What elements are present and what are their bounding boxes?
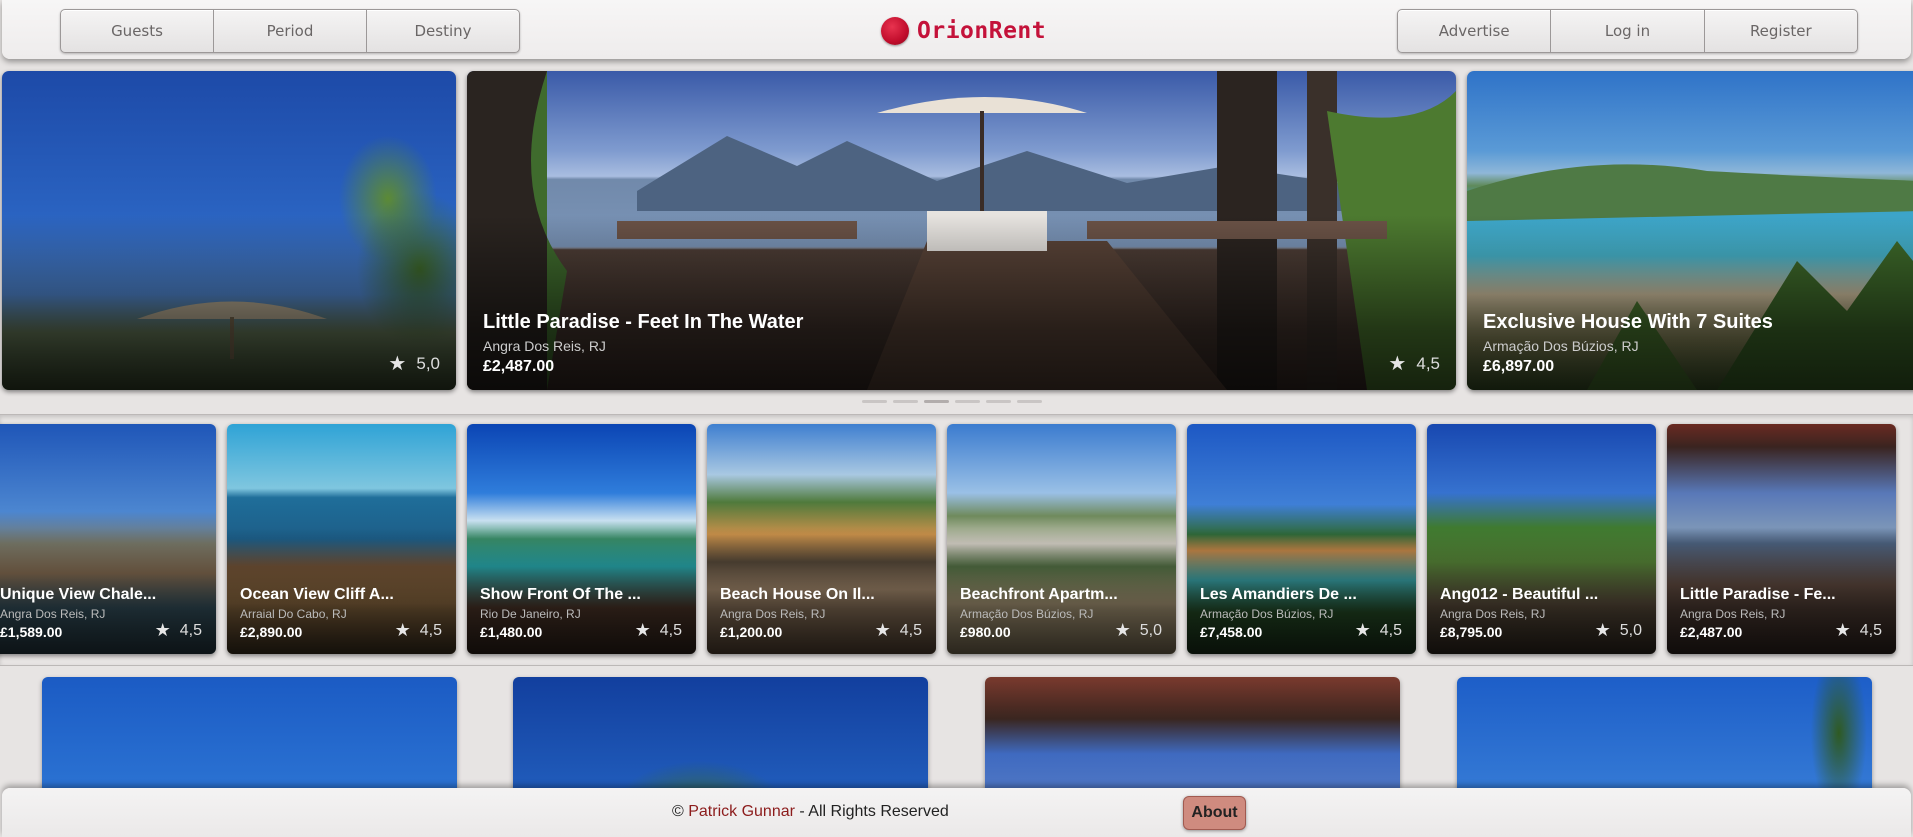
star-icon: ★ xyxy=(154,620,171,640)
rating-value: 5,0 xyxy=(1619,621,1642,639)
listing-price: £6,897.00 xyxy=(1483,358,1555,375)
listing-location: Angra Dos Reis, RJ xyxy=(1440,607,1546,621)
carousel-dot[interactable] xyxy=(1017,400,1042,403)
orion-logo-icon xyxy=(881,17,909,45)
about-button[interactable]: About xyxy=(1183,796,1246,830)
rating-value: 5,0 xyxy=(1139,621,1162,639)
rating-value: 5,0 xyxy=(416,353,440,373)
copyright-text: © Patrick Gunnar - All Rights Reserved xyxy=(672,803,949,821)
listing-title[interactable]: Show Front Of The ... xyxy=(480,586,686,604)
listing-card[interactable]: Les Amandiers De ... Armação Dos Búzios,… xyxy=(1187,424,1416,654)
listing-location: Arraial Do Cabo, RJ xyxy=(240,607,347,621)
listing-card[interactable]: Beachfront Apartm... Armação Dos Búzios,… xyxy=(947,424,1176,654)
listing-card[interactable]: Ocean View Cliff A... Arraial Do Cabo, R… xyxy=(227,424,456,654)
listing-rating: ★ 5,0 xyxy=(1115,620,1162,641)
listing-title[interactable]: Beach House On Il... xyxy=(720,586,926,604)
listing-title[interactable]: Ang012 - Beautiful ... xyxy=(1440,586,1646,604)
hero-info: Little Paradise - Feet In The Water Angr… xyxy=(483,311,803,376)
hero-rating: ★ 4,5 xyxy=(1388,351,1440,376)
listing-card[interactable]: Little Paradise - Fe... Angra Dos Reis, … xyxy=(1667,424,1896,654)
hero-info: Exclusive House With 7 Suites Armação Do… xyxy=(1483,311,1773,376)
period-button[interactable]: Period xyxy=(214,10,367,52)
carousel-dot[interactable] xyxy=(862,400,887,403)
register-button[interactable]: Register xyxy=(1705,10,1857,52)
star-icon: ★ xyxy=(1594,620,1611,640)
hero-card[interactable]: Little Paradise - Feet In The Water Angr… xyxy=(467,71,1456,390)
listing-price: £2,487.00 xyxy=(483,358,555,375)
carousel-dot[interactable] xyxy=(955,400,980,403)
star-icon: ★ xyxy=(874,620,891,640)
carousel-dot[interactable] xyxy=(986,400,1011,403)
listing-card[interactable]: Ang012 - Beautiful ... Angra Dos Reis, R… xyxy=(1427,424,1656,654)
hero-rating: ★ 5,0 xyxy=(388,351,440,376)
listing-rating: ★ 4,5 xyxy=(155,620,202,641)
listing-title[interactable]: Exclusive House With 7 Suites xyxy=(1483,311,1773,334)
rating-value: 4,5 xyxy=(1416,353,1440,373)
listing-rating: ★ 4,5 xyxy=(1835,620,1882,641)
advertise-button[interactable]: Advertise xyxy=(1398,10,1552,52)
listing-title[interactable]: Little Paradise - Fe... xyxy=(1680,586,1886,604)
guests-button[interactable]: Guests xyxy=(61,10,214,52)
star-icon: ★ xyxy=(634,620,651,640)
carousel-dot[interactable] xyxy=(893,400,918,403)
star-icon: ★ xyxy=(1354,620,1371,640)
listing-title[interactable]: Beachfront Apartm... xyxy=(960,586,1166,604)
listing-title[interactable]: Unique View Chale... xyxy=(0,586,206,604)
star-icon: ★ xyxy=(1388,353,1407,375)
carousel-indicators xyxy=(862,400,1042,403)
listing-rating: ★ 4,5 xyxy=(1355,620,1402,641)
hero-card[interactable]: Exclusive House With 7 Suites Armação Do… xyxy=(1467,71,1913,390)
listing-location: Angra Dos Reis, RJ xyxy=(720,607,826,621)
listing-location: Armação Dos Búzios, RJ xyxy=(1200,607,1334,621)
listing-title[interactable]: Les Amandiers De ... xyxy=(1200,586,1406,604)
copyright-symbol: © xyxy=(672,803,689,820)
author-link[interactable]: Patrick Gunnar xyxy=(688,803,795,820)
footer: © Patrick Gunnar - All Rights Reserved A… xyxy=(2,788,1911,837)
rating-value: 4,5 xyxy=(1379,621,1402,639)
top-bar: Guests Period Destiny OrionRent Advertis… xyxy=(2,0,1911,59)
listing-location: Armação Dos Búzios, RJ xyxy=(1483,338,1639,354)
star-icon: ★ xyxy=(388,353,407,375)
brand-name: OrionRent xyxy=(917,18,1047,44)
hero-card[interactable]: ★ 5,0 xyxy=(2,71,456,390)
listing-location: Angra Dos Reis, RJ xyxy=(0,607,106,621)
carousel-dot-active[interactable] xyxy=(924,400,949,403)
rating-value: 4,5 xyxy=(899,621,922,639)
listing-rating: ★ 4,5 xyxy=(635,620,682,641)
rating-value: 4,5 xyxy=(1859,621,1882,639)
listing-card[interactable]: Unique View Chale... Angra Dos Reis, RJ … xyxy=(0,424,216,654)
rating-value: 4,5 xyxy=(659,621,682,639)
listing-location: Angra Dos Reis, RJ xyxy=(483,338,606,354)
listing-rating: ★ 4,5 xyxy=(395,620,442,641)
account-nav-group: Advertise Log in Register xyxy=(1397,9,1858,53)
listing-location: Angra Dos Reis, RJ xyxy=(1680,607,1786,621)
listing-rating: ★ 4,5 xyxy=(875,620,922,641)
rating-value: 4,5 xyxy=(419,621,442,639)
search-filter-group: Guests Period Destiny xyxy=(60,9,520,53)
destiny-button[interactable]: Destiny xyxy=(367,10,519,52)
rating-value: 4,5 xyxy=(179,621,202,639)
star-icon: ★ xyxy=(1114,620,1131,640)
listing-rating: ★ 5,0 xyxy=(1595,620,1642,641)
listing-title[interactable]: Little Paradise - Feet In The Water xyxy=(483,311,803,334)
star-icon: ★ xyxy=(394,620,411,640)
listing-card[interactable]: Show Front Of The ... Rio De Janeiro, RJ… xyxy=(467,424,696,654)
login-button[interactable]: Log in xyxy=(1551,10,1705,52)
listing-card[interactable]: Beach House On Il... Angra Dos Reis, RJ … xyxy=(707,424,936,654)
rights-text: - All Rights Reserved xyxy=(794,803,949,820)
listing-title[interactable]: Ocean View Cliff A... xyxy=(240,586,446,604)
star-icon: ★ xyxy=(1834,620,1851,640)
listing-location: Armação Dos Búzios, RJ xyxy=(960,607,1094,621)
listing-location: Rio De Janeiro, RJ xyxy=(480,607,581,621)
brand-logo-link[interactable]: OrionRent xyxy=(881,14,1046,48)
